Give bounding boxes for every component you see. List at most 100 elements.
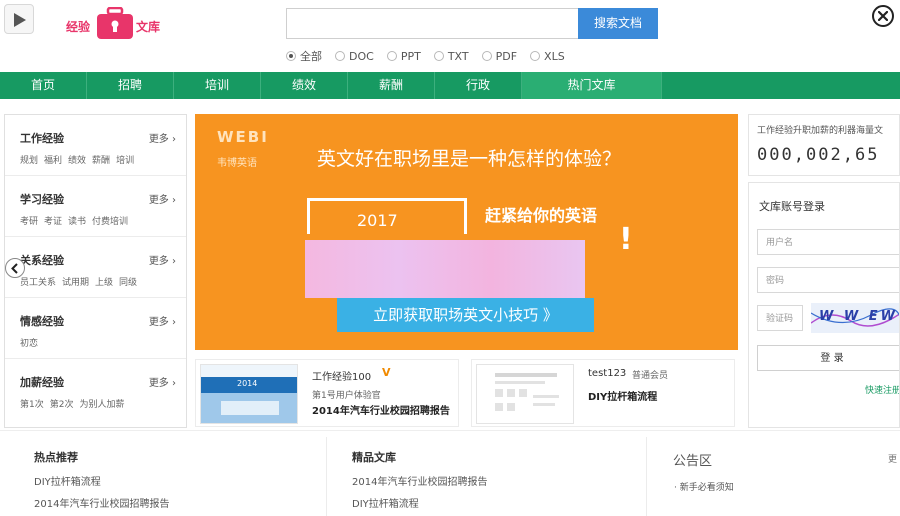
uploader-name[interactable]: 工作经验100 [312,368,371,383]
notice-item[interactable]: · 新手必看须知 [674,480,734,493]
username-field[interactable]: 用户名 [757,229,899,255]
nav-item[interactable]: 绩效 [261,72,348,99]
nav-item[interactable]: 招聘 [87,72,174,99]
category-tag[interactable]: 上级 [95,278,113,288]
radio-button[interactable] [481,51,492,61]
banner-year: 2017 [357,211,398,230]
search-input[interactable] [286,8,578,39]
doc-card[interactable]: 2014 工作经验100 V 第1号用户体验官 2014年汽车行业校园招聘报告 [195,359,459,427]
category-tag[interactable]: 付费培训 [92,217,128,227]
counter-digit: 6 [855,145,866,165]
filter-label: XLS [544,49,565,63]
category-tag[interactable]: 初恋 [20,339,38,349]
captcha-field[interactable]: 验证码 [757,305,803,331]
filter-option-全部[interactable]: 全部 [286,48,322,64]
category-tag[interactable]: 为别人加薪 [79,400,124,410]
banner-exclaim: ! [619,222,633,257]
category-tag[interactable]: 考研 [20,217,38,227]
play-button[interactable] [4,4,34,34]
filter-label: TXT [447,49,469,63]
counter-digit: , [842,145,853,165]
login-title: 文库账号登录 [759,200,825,213]
hot-link[interactable]: 2014年汽车行业校园招聘报告 [34,495,169,510]
promo-banner[interactable]: WEBI 韦博英语 英文好在职场里是一种怎样的体验？ 2017 赶紧给你的英语 … [195,114,738,350]
counter-digit: 2 [830,145,841,165]
category-tag[interactable]: 第2次 [50,400,74,410]
login-panel: 文库账号登录 用户名 密码 验证码 W W EW 登 录 快速注册 [748,182,900,428]
doc-title[interactable]: DIY拉杆箱流程 [588,388,657,403]
chevron-left-icon [11,263,18,274]
category-tags: 员工关系 试用期 上级 同级 [20,275,186,288]
nav-item[interactable]: 热门文库 [522,72,662,99]
filter-option-txt[interactable]: TXT [433,49,469,63]
category-tag[interactable]: 福利 [44,156,62,166]
filter-option-xls[interactable]: XLS [530,50,565,63]
filter-option-doc[interactable]: DOC [335,50,374,63]
category-more-link[interactable]: 更多 › [149,252,176,267]
notice-more-link[interactable]: 更 [888,452,897,465]
doc-title[interactable]: 2014年汽车行业校园招聘报告 [312,402,450,417]
close-button[interactable] [872,5,894,27]
blurred-region [305,240,585,298]
search-button[interactable]: 搜索文档 [578,8,658,39]
nav-item[interactable]: 薪酬 [348,72,435,99]
category-more-link[interactable]: 更多 › [149,374,176,389]
featured-link[interactable]: 2014年汽车行业校园招聘报告 [352,473,487,488]
category-tag[interactable]: 绩效 [68,156,86,166]
hot-link[interactable]: DIY拉杆箱流程 [34,473,101,488]
captcha-image[interactable]: W W EW [810,303,899,333]
nav-item[interactable]: 首页 [0,72,87,99]
nav-item[interactable]: 行政 [435,72,522,99]
category-tag[interactable]: 考证 [44,217,62,227]
banner-brand-en: WEBI [217,128,269,146]
carousel-prev-button[interactable] [5,258,25,278]
category-tags: 第1次 第2次 为别人加薪 [20,397,186,410]
category-more-link[interactable]: 更多 › [149,191,176,206]
category-tag[interactable]: 员工关系 [20,278,56,288]
category-tag[interactable]: 试用期 [62,278,89,288]
category-tags: 考研 考证 读书 付费培训 [20,214,186,227]
hot-recommend-title: 热点推荐 [34,451,78,464]
password-field[interactable]: 密码 [757,267,899,293]
category-more-link[interactable]: 更多 › [149,313,176,328]
site-logo[interactable]: 经验 文库 [66,7,166,43]
category-tags: 规划 福利 绩效 薪酬 培训 [20,153,186,166]
featured-link[interactable]: DIY拉杆箱流程 [352,495,419,510]
banner-brand-cn: 韦博英语 [217,158,257,169]
category-block: 学习经验 更多 › 考研 考证 读书 付费培训 [5,176,186,237]
close-icon [878,11,888,21]
nav-item[interactable]: 培训 [174,72,261,99]
radio-button[interactable] [286,51,296,61]
category-tag[interactable]: 规划 [20,156,38,166]
banner-cta-button[interactable]: 立即获取职场英文小技巧 》 [337,298,594,332]
category-more-link[interactable]: 更多 › [149,130,176,145]
banner-headline: 英文好在职场里是一种怎样的体验？ [317,148,622,170]
uploader-role: 普通会员 [632,371,669,381]
play-icon [14,13,26,27]
radio-button[interactable] [386,51,397,61]
filter-label: 全部 [300,50,322,63]
category-tag[interactable]: 同级 [119,278,137,288]
doc-thumbnail[interactable] [476,364,574,424]
category-tag[interactable]: 读书 [68,217,86,227]
category-tag[interactable]: 第1次 [20,400,44,410]
counter-digit: 0 [818,145,829,165]
radio-button[interactable] [433,51,444,61]
doc-page-preview [477,365,573,423]
category-tag[interactable]: 薪酬 [92,156,110,166]
uploader-name[interactable]: test123 [588,368,626,379]
radio-button[interactable] [530,51,541,61]
featured-library-title: 精品文库 [352,451,396,464]
filter-option-ppt[interactable]: PPT [386,50,421,63]
category-tag[interactable]: 培训 [116,156,134,166]
doc-card[interactable]: test123 普通会员 DIY拉杆箱流程 [471,359,735,427]
quick-register-link[interactable]: 快速注册 [865,383,899,396]
filter-option-pdf[interactable]: PDF [481,50,517,63]
banner-subheadline: 赶紧给你的英语 [485,206,598,225]
radio-button[interactable] [335,51,345,61]
document-counter: 000,002,65 [757,145,880,165]
logo-text-right: 文库 [136,20,161,34]
doc-thumbnail[interactable]: 2014 [200,364,298,424]
login-button[interactable]: 登 录 [757,345,899,371]
report-cover-image [201,365,297,423]
